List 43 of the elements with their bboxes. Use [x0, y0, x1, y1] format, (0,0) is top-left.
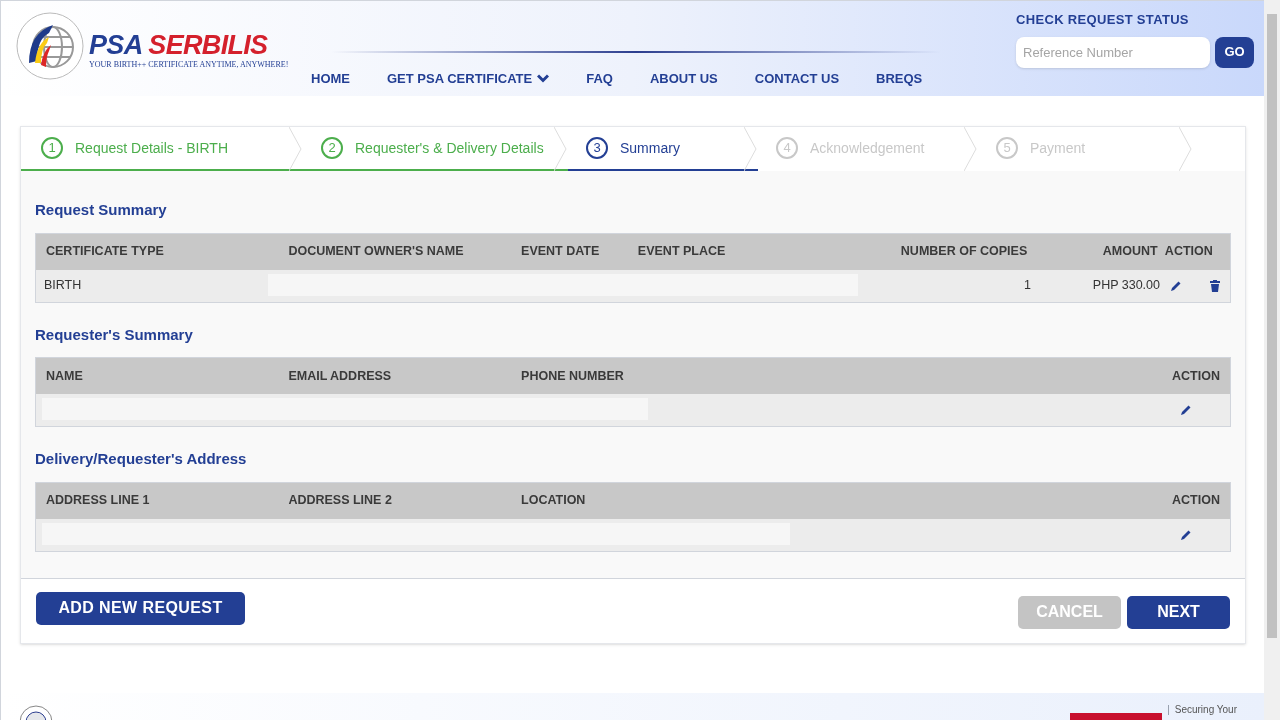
pencil-icon[interactable] — [1180, 528, 1192, 541]
footer-tagline: Securing Your — [1167, 705, 1237, 715]
table-cell-text: BIRTH — [44, 277, 83, 295]
column-header: DOCUMENT OWNER'S NAME — [288, 243, 465, 261]
column-header: EMAIL ADDRESS — [288, 367, 393, 385]
brand-logo-text[interactable]: PSA SERBILIS — [89, 31, 289, 59]
column-header: AMOUNT — [1101, 243, 1158, 261]
column-header: NAME — [46, 367, 84, 385]
status-check-heading: CHECK REQUEST STATUS — [1016, 11, 1190, 29]
globe-logo-icon — [15, 11, 85, 81]
brand-tagline: YOUR BIRTH++ CERTIFICATE ANYTIME, ANYWHERE! — [89, 59, 289, 71]
column-header: ADDRESS LINE 1 — [46, 492, 151, 510]
table-cell-text: 1 — [1023, 277, 1031, 295]
nav-link[interactable]: GET PSA CERTIFICATE — [387, 69, 550, 89]
section-heading: Delivery/Requester's Address — [35, 449, 248, 469]
nav-link[interactable]: CONTACT US — [754, 69, 840, 89]
reference-number-field[interactable]: Reference Number — [1016, 36, 1210, 68]
pencil-icon[interactable] — [1170, 279, 1182, 292]
trash-icon[interactable] — [1210, 279, 1220, 292]
go-button[interactable]: GO — [1215, 36, 1254, 68]
nav-link[interactable]: FAQ — [586, 69, 613, 89]
section-heading: Requester's Summary — [35, 324, 194, 345]
add-new-request-button[interactable]: ADD NEW REQUEST — [36, 591, 245, 625]
column-header: CERTIFICATE TYPE — [46, 243, 165, 261]
column-header: EVENT PLACE — [637, 243, 727, 261]
scrollbar[interactable] — [1264, 0, 1280, 720]
column-header: LOCATION — [521, 492, 587, 510]
nav-link[interactable]: BREQS — [876, 69, 923, 89]
pencil-icon[interactable] — [1180, 404, 1192, 416]
nav-link[interactable]: HOME — [311, 69, 350, 89]
column-header: ACTION — [1171, 492, 1220, 510]
nav-link[interactable]: ABOUT US — [649, 69, 718, 89]
column-header: ADDRESS LINE 2 — [288, 492, 393, 510]
seal-icon — [19, 705, 53, 720]
column-header: ACTION — [1163, 243, 1214, 261]
column-header: EVENT DATE — [521, 243, 601, 261]
column-header: ACTION — [1171, 367, 1220, 385]
column-header: NUMBER OF COPIES — [899, 243, 1028, 261]
table-cell-text: PHP 330.00 — [1091, 277, 1160, 295]
next-button[interactable]: NEXT — [1127, 595, 1230, 629]
section-heading: Request Summary — [35, 200, 168, 220]
column-header: PHONE NUMBER — [521, 367, 625, 385]
company-logo-icon — [1069, 713, 1162, 720]
